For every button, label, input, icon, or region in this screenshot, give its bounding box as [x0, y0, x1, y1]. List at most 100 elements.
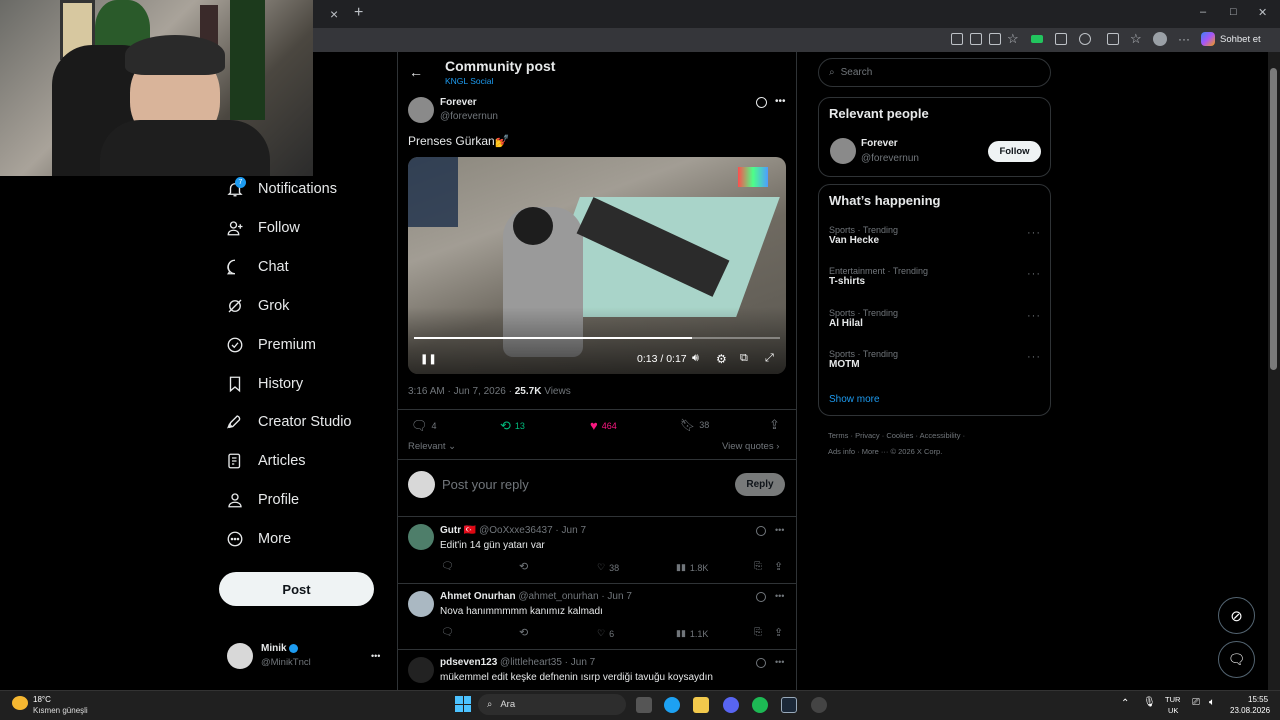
favorites-icon[interactable]: ☆ — [1130, 31, 1142, 47]
reply-handle[interactable]: @littleheart35 · Jun 7 — [500, 657, 595, 668]
clock-date[interactable]: 23.08.2026 — [1230, 706, 1270, 715]
battery-extension-icon[interactable] — [1031, 35, 1043, 43]
new-tab-button[interactable]: + — [354, 4, 363, 22]
footer-links[interactable]: Terms · Privacy · Cookies · Accessibilit… — [828, 431, 965, 440]
trend-item[interactable]: Sports · Trending MOTM — [829, 349, 898, 370]
reply-menu-icon[interactable]: ••• — [775, 525, 784, 535]
close-tab-button[interactable]: × — [330, 6, 338, 22]
nav-profile[interactable]: Profile — [226, 485, 299, 515]
account-menu-icon[interactable]: ••• — [371, 651, 380, 661]
split-screen-icon[interactable] — [1107, 33, 1119, 45]
edge-icon[interactable] — [664, 697, 680, 713]
reply-menu-icon[interactable]: ••• — [775, 657, 784, 667]
reply-input[interactable]: Post your reply — [442, 477, 529, 492]
show-more-link[interactable]: Show more — [829, 394, 880, 405]
nav-more[interactable]: More — [226, 524, 291, 554]
trend-menu-icon[interactable]: ··· — [1027, 310, 1041, 322]
video-player[interactable]: ❚❚ 0:13 / 0:17 🔊︎ ⚙ ⧉ ⤢ — [408, 157, 786, 374]
share-icon[interactable]: ⇪ — [774, 626, 783, 639]
back-arrow-icon[interactable]: ← — [409, 64, 423, 80]
star-icon[interactable]: ☆ — [1007, 31, 1019, 47]
microphone-icon[interactable]: 🎙︎ — [1143, 697, 1156, 708]
language-bottom[interactable]: UK — [1168, 706, 1178, 715]
app-icon[interactable] — [811, 697, 827, 713]
sort-dropdown[interactable]: Relevant ⌄ — [408, 441, 456, 452]
person-handle[interactable]: @forevernun — [861, 153, 919, 164]
settings-gear-icon[interactable]: ⚙ — [716, 352, 727, 366]
reply-avatar[interactable] — [408, 591, 434, 617]
volume-icon[interactable]: 🔊︎ — [692, 352, 699, 365]
fullscreen-icon[interactable]: ⤢ — [765, 352, 774, 365]
weather-temp[interactable]: 18°C — [33, 695, 51, 704]
minimize-button[interactable]: – — [1200, 6, 1206, 18]
nav-premium[interactable]: Premium — [226, 330, 316, 360]
trend-item[interactable]: Entertainment · Trending T-shirts — [829, 266, 928, 287]
settings-more-icon[interactable]: ··· — [1178, 32, 1190, 46]
file-explorer-icon[interactable] — [693, 697, 709, 713]
post-button[interactable]: Post — [219, 572, 374, 606]
trend-item[interactable]: Sports · Trending Al Hilal — [829, 308, 898, 329]
reply-author[interactable]: Ahmet Onurhan — [440, 591, 516, 602]
repost-icon[interactable]: ⟲ — [519, 560, 528, 573]
extension-icon[interactable] — [951, 33, 963, 45]
extension-icon[interactable] — [1055, 33, 1067, 45]
video-progress-track[interactable] — [414, 337, 780, 339]
like-action[interactable]: ♡ 6 — [597, 628, 614, 639]
repost-action[interactable]: ⟲ 13 — [500, 418, 525, 434]
reply-author[interactable]: pdseven123 — [440, 657, 497, 668]
bookmark-action[interactable]: 🔖︎ 38 — [680, 418, 709, 432]
author-avatar[interactable] — [408, 97, 434, 123]
nav-articles[interactable]: Articles — [226, 446, 306, 476]
nav-grok[interactable]: Grok — [226, 291, 289, 321]
reply-handle[interactable]: @OoXxxe36437 · Jun 7 — [479, 525, 586, 536]
share-icon[interactable]: ⇪ — [769, 417, 780, 433]
network-icon[interactable]: ⎚ — [1192, 697, 1200, 708]
follow-button[interactable]: Follow — [988, 141, 1041, 162]
grok-icon[interactable] — [756, 526, 766, 536]
chat-floating-button[interactable]: 🗨︎ — [1218, 641, 1255, 678]
close-window-button[interactable]: ✕ — [1258, 6, 1267, 19]
search-input[interactable]: ⌕ Search — [818, 58, 1051, 87]
language-top[interactable]: TUR — [1165, 695, 1180, 704]
reply-icon[interactable]: 🗨︎ — [441, 561, 454, 572]
like-action[interactable]: ♡ 38 — [597, 562, 619, 573]
reply-avatar[interactable] — [408, 524, 434, 550]
volume-icon[interactable]: 🔈︎ — [1209, 697, 1215, 708]
trend-menu-icon[interactable]: ··· — [1027, 351, 1041, 363]
pause-icon[interactable]: ❚❚ — [420, 354, 437, 365]
taskbar-search[interactable]: ⌕ Ara — [478, 694, 626, 715]
task-view-icon[interactable] — [636, 697, 652, 713]
author-name[interactable]: Forever — [440, 97, 477, 108]
like-action[interactable]: ♥ 464 — [590, 418, 617, 433]
repost-icon[interactable]: ⟲ — [519, 626, 528, 639]
post-menu-icon[interactable]: ••• — [775, 96, 786, 107]
grok-icon[interactable] — [756, 592, 766, 602]
view-quotes-link[interactable]: View quotes › — [722, 441, 779, 452]
reply-icon[interactable]: 🗨︎ — [441, 627, 454, 638]
discord-icon[interactable] — [723, 697, 739, 713]
trend-menu-icon[interactable]: ··· — [1027, 227, 1041, 239]
clock-time[interactable]: 15:55 — [1248, 695, 1268, 704]
profile-avatar[interactable] — [1153, 32, 1167, 46]
views-action[interactable]: ▮▮ 1.8K — [676, 562, 708, 573]
account-name[interactable]: Minik — [261, 643, 299, 654]
copilot-icon[interactable] — [1201, 32, 1215, 46]
trend-menu-icon[interactable]: ··· — [1027, 268, 1041, 280]
author-handle[interactable]: @forevernun — [440, 111, 498, 122]
puzzle-icon[interactable] — [1079, 33, 1091, 45]
reply-author[interactable]: Gutr 🇹🇷 — [440, 525, 476, 536]
reply-action[interactable]: 🗨︎ 4 — [411, 418, 437, 434]
reader-icon[interactable] — [989, 33, 1001, 45]
grok-floating-button[interactable]: ⊘ — [1218, 597, 1255, 634]
weather-desc[interactable]: Kısmen güneşli — [33, 706, 88, 715]
chat-button[interactable]: Sohbet et — [1220, 34, 1261, 45]
nav-creator-studio[interactable]: Creator Studio — [226, 407, 352, 437]
weather-icon[interactable] — [12, 696, 28, 710]
bookmark-icon[interactable]: ⎘ — [754, 627, 762, 638]
trend-item[interactable]: Sports · Trending Van Hecke — [829, 225, 898, 246]
tray-chevron-icon[interactable]: ⌃ — [1121, 698, 1129, 709]
reply-avatar[interactable] — [408, 657, 434, 683]
maximize-button[interactable]: □ — [1230, 6, 1237, 18]
reply-menu-icon[interactable]: ••• — [775, 591, 784, 601]
reply-handle[interactable]: @ahmet_onurhan · Jun 7 — [518, 591, 632, 602]
